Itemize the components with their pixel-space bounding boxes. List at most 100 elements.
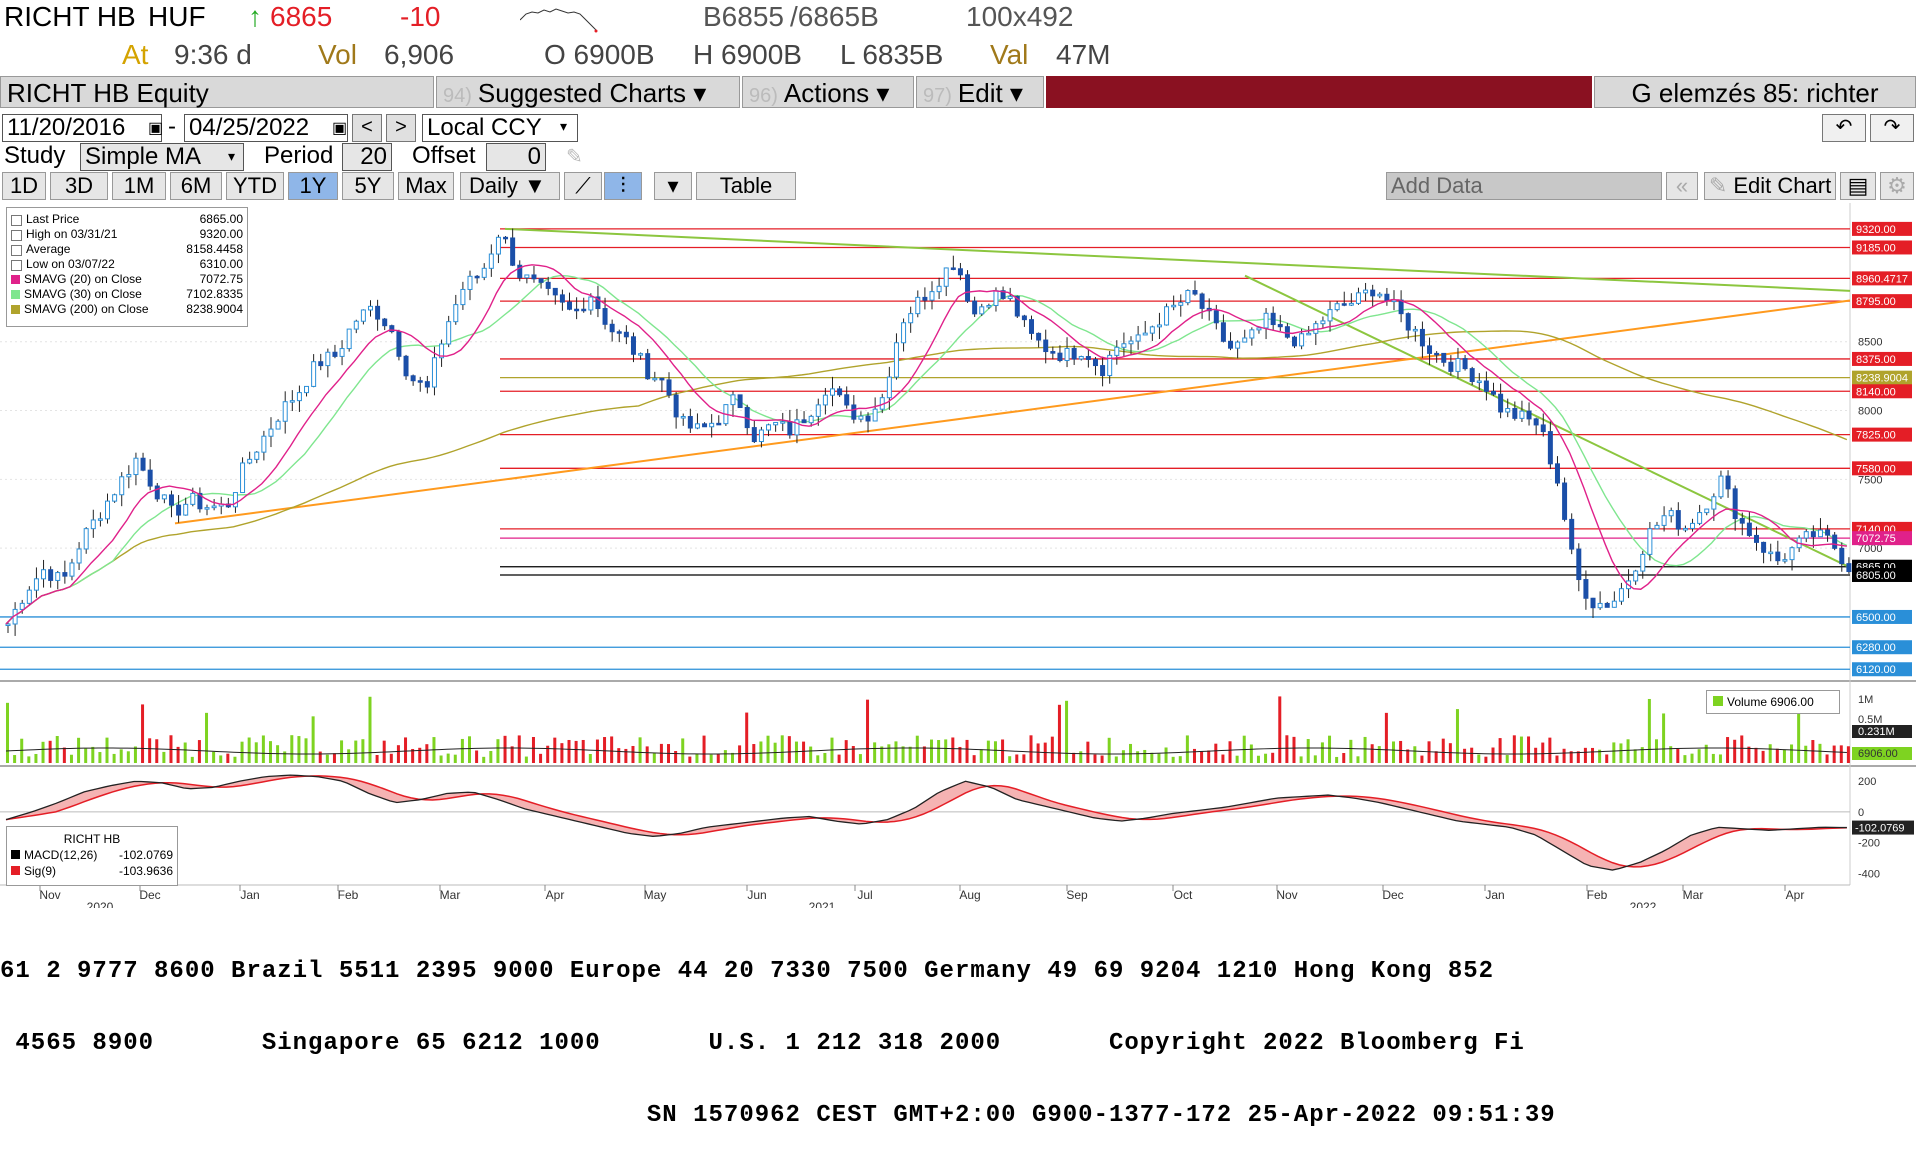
chevron-down-icon[interactable]: ▾ [560,118,567,135]
volume-bar [979,749,983,763]
table-button[interactable]: Table [696,172,796,200]
candle [1668,510,1674,517]
candle [1050,351,1056,354]
macd-legend-label: Sig(9) [24,864,57,878]
chevron-down-icon[interactable]: ▾ [228,148,235,165]
period-input[interactable]: 20 [342,143,392,171]
redo-button[interactable]: ↷ [1870,114,1914,142]
volume-bar [588,754,592,763]
frequency-select[interactable]: Daily ▼ [460,172,560,200]
calendar-icon[interactable]: ▣ [332,118,347,138]
calendar-icon[interactable]: ▣ [148,118,163,138]
volume-bar [1349,739,1353,763]
candle [908,313,914,324]
volume-bar [297,736,301,763]
volume-bar [197,740,201,763]
volume-bar [993,741,997,763]
volume-bar [325,754,329,763]
volume-bar [354,740,358,763]
volume-bar [844,740,848,763]
level-label: 8960.4717 [1856,273,1908,285]
tab-5y[interactable]: 5Y [342,172,394,200]
gear-icon[interactable]: ⚙ [1880,172,1914,200]
tab-3d[interactable]: 3D [50,172,108,200]
actions-menu[interactable]: 96) Actions ▾ [742,76,914,108]
candle [567,301,573,310]
offset-input[interactable]: 0 [486,143,546,171]
candle [929,291,935,301]
candle [282,401,288,422]
volume-bar [268,741,272,763]
volume-bar [1484,756,1488,763]
end-date-field[interactable]: 04/25/2022 [184,114,348,142]
volume-bar [1747,746,1751,763]
bid-price: B6855 [703,1,784,32]
candle [161,494,167,500]
next-range-button[interactable]: > [386,114,416,142]
candle [1682,527,1688,531]
tab-6m[interactable]: 6M [170,172,222,200]
candle [957,268,963,276]
volume-bar [1278,696,1282,763]
legend-label: SMAVG (20) on Close [24,272,142,286]
volume-bar [1790,744,1794,763]
volume-bar [1392,741,1395,763]
candle [1370,289,1376,297]
volume-bar [219,755,223,763]
tab-ytd[interactable]: YTD [226,172,284,200]
volume-bar [1832,745,1836,763]
candle [524,274,530,279]
bar-chart-icon[interactable]: ⫶ [604,172,642,200]
candle [1149,326,1155,334]
candle [1576,548,1582,581]
line-chart-icon[interactable]: ⟋ [564,172,602,200]
candle [1711,496,1717,510]
volume-bar [1072,752,1076,763]
month-label: Nov [39,888,60,902]
value-label: Val [990,39,1029,70]
volume-bar [389,753,393,763]
edit-chart-button[interactable]: ✎ Edit Chart [1704,172,1836,200]
candle [375,305,381,320]
add-data-field[interactable]: Add Data [1386,172,1662,200]
candle [829,388,835,396]
pencil-icon[interactable]: ✎ [566,144,583,169]
price-chart[interactable]: 85008000750070009320.009185.008960.47178… [0,203,1916,908]
candle [780,421,786,424]
candle [1533,418,1539,426]
suggested-charts-menu[interactable]: 94) Suggested Charts ▾ [436,76,740,108]
security-field[interactable]: RICHT HB Equity [0,76,434,108]
tab-1m[interactable]: 1M [112,172,166,200]
candle [360,309,366,322]
volume-bar [69,754,73,763]
candle [76,548,82,564]
level-label: 8795.00 [1856,296,1896,308]
candle [346,328,352,350]
volume-bar [951,737,955,763]
collapse-icon[interactable]: « [1666,172,1698,200]
chart-settings-icon[interactable]: ▤ [1840,172,1876,200]
tab-1y[interactable]: 1Y [288,172,338,200]
volume-bar [1342,753,1346,763]
tab-1d[interactable]: 1D [2,172,46,200]
candle [552,287,558,296]
study-select[interactable]: Simple MA [80,143,244,171]
tab-max[interactable]: Max [398,172,454,200]
volume-bar [1555,755,1559,763]
candle [730,394,736,406]
currency-select[interactable]: Local CCY [422,114,578,142]
start-date-field[interactable]: 11/20/2016 [2,114,162,142]
candle [1739,518,1745,524]
prev-range-button[interactable]: < [352,114,382,142]
candle [972,300,978,315]
candle [709,422,715,428]
candle [1725,475,1731,490]
chevron-down-icon[interactable]: ▾ [654,172,692,200]
undo-button[interactable]: ↶ [1822,114,1866,142]
candle [588,296,594,311]
volume-bar [745,712,749,763]
volume-bar [1726,737,1730,763]
candle [694,423,700,429]
volume-bar [759,741,763,763]
edit-menu[interactable]: 97) Edit ▾ [916,76,1044,108]
